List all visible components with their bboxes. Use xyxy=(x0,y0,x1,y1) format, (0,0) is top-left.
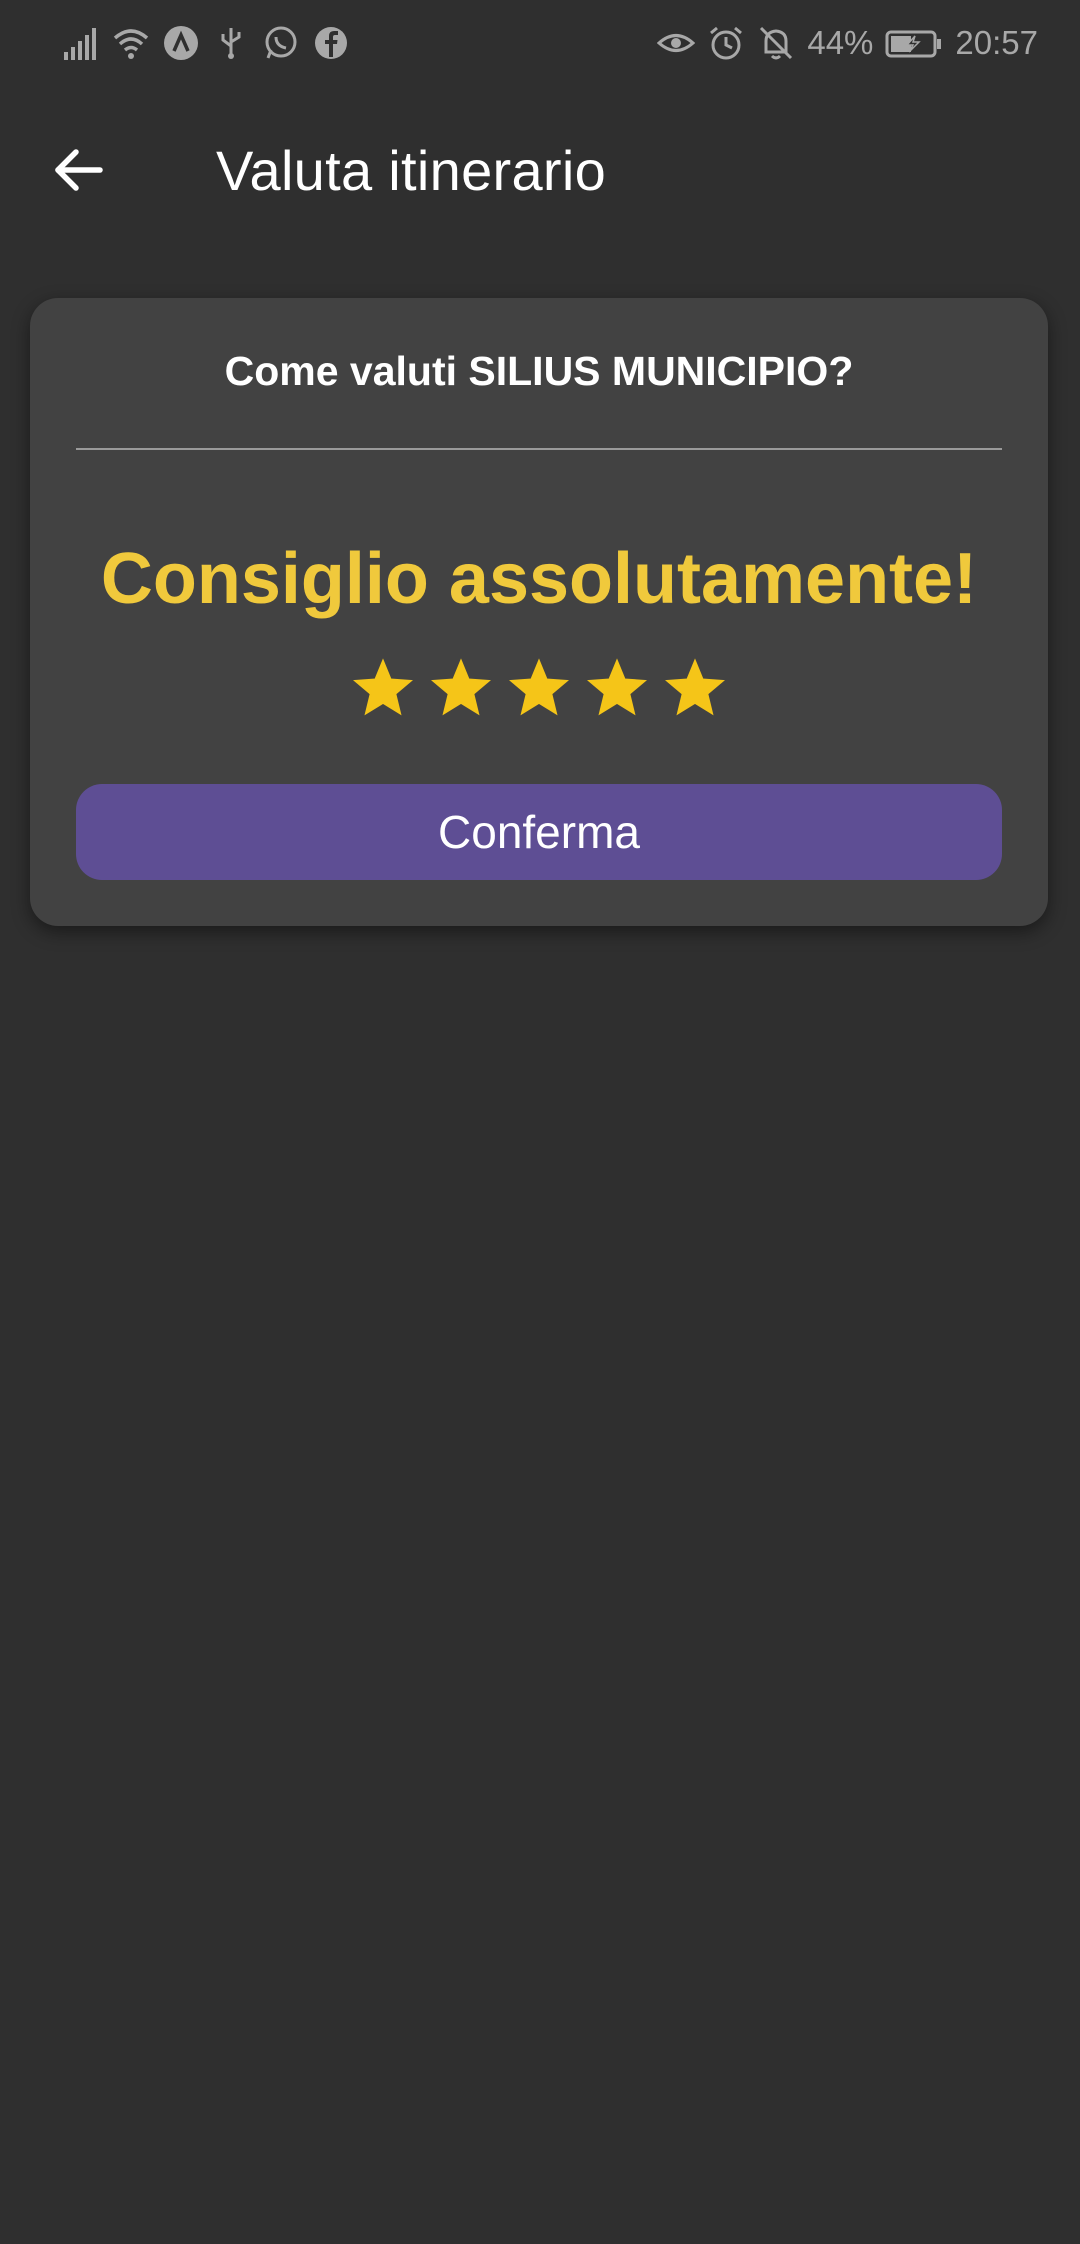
bell-off-icon xyxy=(757,24,795,62)
star-icon[interactable] xyxy=(665,658,725,718)
star-icon[interactable] xyxy=(353,658,413,718)
star-rating xyxy=(30,658,1048,718)
alarm-icon xyxy=(707,24,745,62)
status-left-icons xyxy=(62,22,350,64)
star-icon[interactable] xyxy=(587,658,647,718)
rating-question: Come valuti SILIUS MUNICIPIO? xyxy=(224,348,854,394)
status-time: 20:57 xyxy=(955,24,1038,61)
back-button[interactable] xyxy=(38,132,118,212)
rating-label: Consiglio assolutamente! xyxy=(100,539,978,619)
status-bar: 44% 20:57 xyxy=(0,0,1080,86)
whatsapp-icon xyxy=(262,24,300,62)
divider xyxy=(76,448,1002,450)
usb-icon xyxy=(212,24,250,62)
confirm-button[interactable]: Conferma xyxy=(76,784,1002,880)
signal-icon xyxy=(62,24,100,62)
app-bar: Valuta itinerario xyxy=(0,110,1080,230)
battery-charging-icon xyxy=(885,24,943,62)
star-icon[interactable] xyxy=(509,658,569,718)
facebook-icon xyxy=(312,24,350,62)
wifi-icon xyxy=(112,24,150,62)
star-icon[interactable] xyxy=(431,658,491,718)
rating-card: Come valuti SILIUS MUNICIPIO? Consiglio … xyxy=(30,298,1048,926)
app-icon xyxy=(162,24,200,62)
arrow-back-icon xyxy=(50,142,106,203)
page-title: Valuta itinerario xyxy=(216,139,607,202)
eye-icon xyxy=(657,24,696,62)
status-right-icons: 44% 20:57 xyxy=(657,20,1038,66)
battery-percent: 44% xyxy=(807,24,874,61)
